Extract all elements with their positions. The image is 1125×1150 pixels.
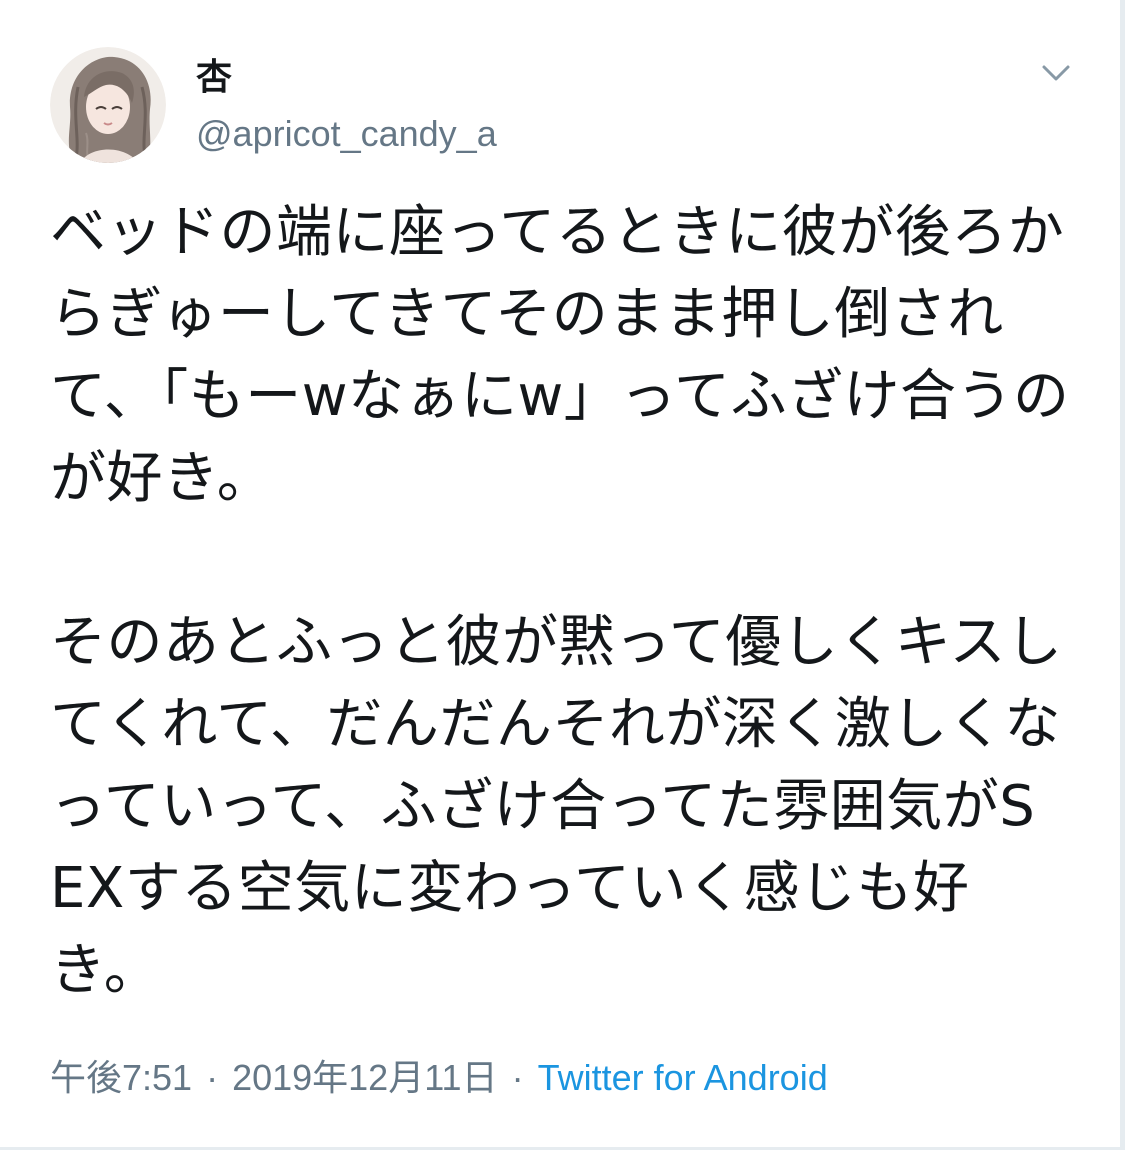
avatar[interactable] — [50, 47, 166, 163]
tweet-time[interactable]: 午後7:51 — [50, 1057, 192, 1098]
card-border-right — [1120, 0, 1125, 1150]
tweet-date[interactable]: 2019年12月11日 — [232, 1057, 498, 1098]
avatar-illustration-icon — [50, 47, 166, 163]
tweet-card: 杏 @apricot_candy_a ベッドの端に座ってるときに彼が後ろからぎゅ… — [0, 0, 1125, 1150]
meta-separator: · — [206, 1057, 219, 1098]
meta-separator: · — [511, 1057, 524, 1098]
tweet-source-link[interactable]: Twitter for Android — [538, 1057, 828, 1098]
user-handle[interactable]: @apricot_candy_a — [196, 112, 497, 156]
tweet-meta: 午後7:51 · 2019年12月11日 · Twitter for Android — [50, 1055, 828, 1101]
display-name[interactable]: 杏 — [196, 56, 232, 100]
chevron-down-icon — [1042, 65, 1070, 81]
tweet-text: ベッドの端に座ってるときに彼が後ろからぎゅーしてきてそのまま押し倒されて、「もー… — [50, 200, 1070, 1003]
tweet-menu-button[interactable] — [1036, 58, 1076, 88]
